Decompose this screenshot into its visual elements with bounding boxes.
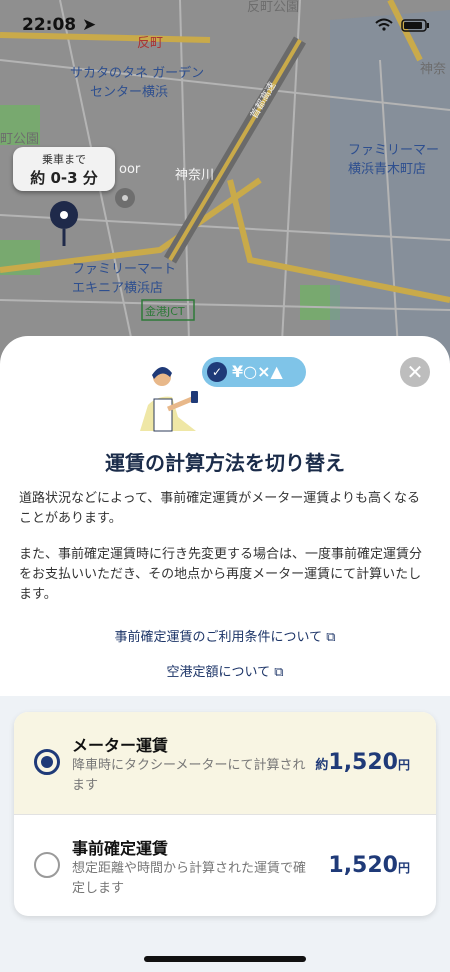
map-view[interactable]: 反町公園 反町 サカタのタネ ガーデン センター横浜 町公園 oor 神奈川 フ… (0, 0, 450, 380)
location-arrow-icon: ➤ (82, 15, 97, 35)
fare-badge: ✓ ¥○×▲ (202, 357, 306, 387)
radio-unselected-icon[interactable] (34, 852, 60, 878)
external-link-icon: ⧉ (326, 630, 336, 645)
map-label-kana: 神奈 (420, 62, 447, 77)
fare-badge-text: ¥○×▲ (232, 362, 283, 381)
option-price: 約1,520円 (315, 750, 410, 775)
status-icons (375, 18, 429, 32)
option-price: 1,520円 (328, 853, 410, 878)
wifi-icon (375, 18, 393, 24)
map-label-junction: 金港JCT (145, 305, 185, 318)
map-label-familymart-1: ファミリーマー (348, 143, 440, 158)
map-label-garden: サカタのタネ ガーデン (70, 66, 205, 81)
map-label-familymart-2: ファミリーマート (72, 262, 177, 277)
close-button[interactable]: ✕ (400, 357, 430, 387)
map-label-oor: oor (119, 162, 141, 177)
status-bar: 22:08 ➤ (0, 0, 450, 48)
check-icon: ✓ (207, 362, 227, 382)
external-link-icon: ⧉ (274, 665, 284, 680)
option-desc: 想定距離や時間から計算された運賃で確定します (72, 861, 307, 896)
map-label-garden-2: センター横浜 (90, 85, 169, 100)
status-time: 22:08 ➤ (22, 15, 97, 35)
home-indicator[interactable] (144, 956, 306, 962)
sheet-paragraph-2: また、事前確定運賃時に行き先変更する場合は、一度事前確定運賃分をお支払いいただき… (19, 547, 423, 602)
option-fixed-fare[interactable]: 事前確定運賃 想定距離や時間から計算された運賃で確定します 1,520円 (14, 814, 436, 916)
option-desc: 降車時にタクシーメーターにて計算されます (72, 758, 306, 793)
airport-fixed-fare-link[interactable]: 空港定額について ⧉ (0, 661, 450, 680)
sheet-title: 運賃の計算方法を切り替え (105, 451, 345, 475)
close-icon: ✕ (406, 360, 424, 384)
map-label-familymart-2b: エキニア横浜店 (72, 281, 164, 296)
map-label-familymart-1b: 横浜青木町店 (348, 162, 427, 177)
option-title: 事前確定運賃 (72, 839, 169, 858)
eta-bubble: 乗車まで 約 0-3 分 (13, 147, 115, 191)
eta-caption: 乗車まで (42, 153, 86, 166)
eta-value: 約 0-3 分 (30, 169, 98, 187)
terms-link[interactable]: 事前確定運賃のご利用条件について ⧉ (0, 626, 450, 645)
map-label-town-park: 町公園 (0, 132, 40, 147)
fare-illustration: ✓ ¥○×▲ (140, 355, 310, 435)
option-meter-fare[interactable]: メーター運賃 降車時にタクシーメーターにて計算されます 約1,520円 (14, 712, 436, 814)
radio-selected-icon[interactable] (34, 749, 60, 775)
fare-options-card: メーター運賃 降車時にタクシーメーターにて計算されます 約1,520円 事前確定… (14, 712, 436, 916)
option-title: メーター運賃 (72, 736, 169, 755)
map-label-kanagawa: 神奈川 (175, 168, 215, 183)
sheet-paragraph-1: 道路状況などによって、事前確定運賃がメーター運賃よりも高くなることがあります。 (19, 491, 421, 526)
